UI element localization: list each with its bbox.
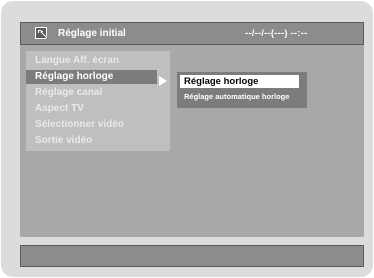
clock-submenu: Réglage horloge Réglage automatique horl…: [177, 72, 307, 108]
clock-display: --/--/--(---) --:--: [245, 28, 308, 39]
submenu-item-reglage-horloge[interactable]: Réglage horloge: [180, 75, 299, 88]
status-bar: [20, 245, 364, 267]
menu-area: Langue Aff. écran Réglage horloge Réglag…: [20, 45, 364, 237]
menu-item-reglage-canal[interactable]: Réglage canal: [26, 86, 170, 100]
setup-menu: Langue Aff. écran Réglage horloge Réglag…: [26, 51, 170, 151]
osd-screen: Réglage initial --/--/--(---) --:-- Lang…: [1, 1, 373, 277]
title-bar: Réglage initial --/--/--(---) --:--: [20, 22, 364, 45]
submenu-item-reglage-automatique-horloge[interactable]: Réglage automatique horloge: [184, 91, 289, 103]
submenu-arrow-icon: [159, 76, 167, 86]
setup-wrench-icon: [35, 26, 49, 41]
menu-item-langue-aff-ecran[interactable]: Langue Aff. écran: [26, 54, 170, 68]
menu-item-sortie-video[interactable]: Sortie vidéo: [26, 134, 170, 148]
menu-item-reglage-horloge[interactable]: Réglage horloge: [26, 70, 157, 84]
page-title: Réglage initial: [58, 28, 126, 39]
menu-item-selectionner-video[interactable]: Sélectionner vidéo: [26, 118, 170, 132]
menu-item-aspect-tv[interactable]: Aspect TV: [26, 102, 170, 116]
